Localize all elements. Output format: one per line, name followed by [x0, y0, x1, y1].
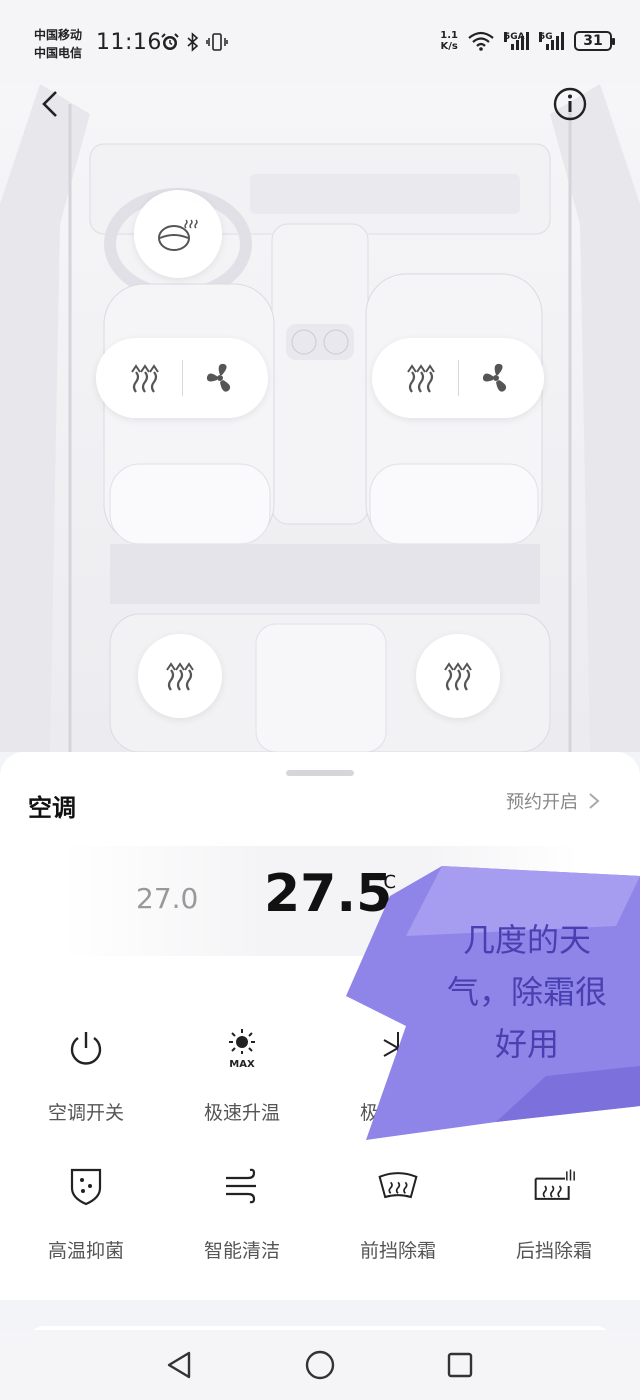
signal-1: 5GA: [504, 32, 529, 50]
status-icons-right: 1.1 K/s 5GA 5G 31: [440, 30, 615, 52]
front-right-seat-fan-button[interactable]: [468, 350, 524, 406]
rear-left-seat-heat-button[interactable]: [138, 634, 222, 718]
system-navbar: [0, 1330, 640, 1400]
seat-heat-icon: [406, 364, 435, 393]
front-right-seat-heat-button[interactable]: [393, 350, 449, 406]
info-circle-icon: [553, 87, 587, 121]
function-label: 极速升温: [203, 1102, 280, 1124]
front-left-seat-controls: [96, 338, 268, 418]
carrier-2: 中国电信: [34, 46, 83, 60]
front-right-seat-controls: [372, 338, 544, 418]
signal-2: 5G: [539, 32, 564, 50]
svg-text:MAX: MAX: [229, 1059, 255, 1070]
nav-back-icon: [167, 1351, 191, 1379]
rear-defrost-button[interactable]: 后挡除霜: [476, 1152, 632, 1290]
function-label: 空调开关: [47, 1102, 124, 1124]
net-speed: 1.1 K/s: [440, 30, 458, 52]
divider: [457, 360, 459, 396]
function-label: 前挡除霜: [359, 1240, 436, 1262]
nav-recents-icon: [447, 1352, 473, 1378]
status-icons-left: [160, 32, 228, 52]
carrier-labels: 中国移动 中国电信: [34, 26, 82, 62]
ac-power-button[interactable]: 空调开关: [8, 1014, 164, 1152]
nav-home-icon: [305, 1350, 335, 1380]
nav-back-button[interactable]: [158, 1343, 202, 1387]
sun-max-icon: MAX: [229, 1029, 255, 1070]
info-button[interactable]: [552, 86, 588, 122]
front-left-seat-heat-button[interactable]: [117, 350, 173, 406]
front-defrost-icon: [378, 1172, 418, 1199]
seat-heat-icon: [130, 364, 159, 393]
steering-wheel-heat-button[interactable]: [134, 190, 222, 278]
nav-home-button[interactable]: [298, 1343, 342, 1387]
back-button[interactable]: [36, 88, 68, 120]
divider: [181, 360, 183, 396]
shield-sterilize-icon: [70, 1168, 102, 1206]
battery-indicator: 31: [574, 31, 615, 51]
panel-footer: [0, 1300, 640, 1328]
panel-title: 空调: [28, 794, 76, 822]
smart-clean-button[interactable]: 智能清洁: [164, 1152, 320, 1290]
schedule-label: 预约开启: [506, 792, 578, 813]
net-speed-value: 1.1: [440, 30, 458, 41]
signal-1-label: 5GA: [504, 32, 525, 42]
schedule-link[interactable]: 预约开启: [506, 788, 600, 814]
rear-defrost-icon: [534, 1169, 575, 1200]
sterilize-button[interactable]: 高温抑菌: [8, 1152, 164, 1290]
net-speed-unit: K/s: [440, 41, 458, 52]
drag-handle[interactable]: [286, 770, 354, 776]
wifi-icon: [468, 31, 494, 51]
nav-recents-button[interactable]: [438, 1343, 482, 1387]
car-interior-view: [0, 84, 640, 752]
function-label: 后挡除霜: [515, 1240, 592, 1262]
signal-2-label: 5G: [539, 32, 553, 42]
seat-fan-icon: [482, 363, 506, 392]
seat-heat-icon: [444, 662, 472, 691]
function-label: 智能清洁: [203, 1240, 280, 1262]
front-left-seat-fan-button[interactable]: [192, 350, 248, 406]
function-row-2: 高温抑菌 智能清洁 前挡除霜 后挡除霜: [8, 1152, 632, 1290]
vibrate-icon: [206, 33, 228, 51]
car-interior-illustration: [0, 84, 640, 752]
chevron-left-icon: [42, 91, 57, 117]
front-defrost-button[interactable]: 前挡除霜: [320, 1152, 476, 1290]
temperature-option-prev[interactable]: 27.0: [136, 882, 198, 915]
seat-fan-icon: [206, 363, 230, 392]
bluetooth-icon: [187, 32, 199, 52]
function-label: 高温抑菌: [47, 1240, 124, 1262]
rear-right-seat-heat-button[interactable]: [416, 634, 500, 718]
clock: 11:16: [96, 30, 162, 55]
steering-wheel-heat-icon: [158, 219, 198, 251]
rapid-heat-button[interactable]: MAX 极速升温: [164, 1014, 320, 1152]
overlay-sticker-text: 几度的天气，除霜很好用: [446, 921, 607, 1063]
seat-heat-icon: [166, 662, 194, 691]
power-icon: [70, 1032, 102, 1065]
alarm-icon: [161, 33, 179, 50]
status-bar: 中国移动 中国电信 11:16 1.1 K/s 5GA 5G 31: [0, 0, 640, 84]
wind-clean-icon: [226, 1168, 256, 1204]
carrier-1: 中国移动: [34, 28, 83, 42]
chevron-right-icon: [589, 793, 600, 809]
